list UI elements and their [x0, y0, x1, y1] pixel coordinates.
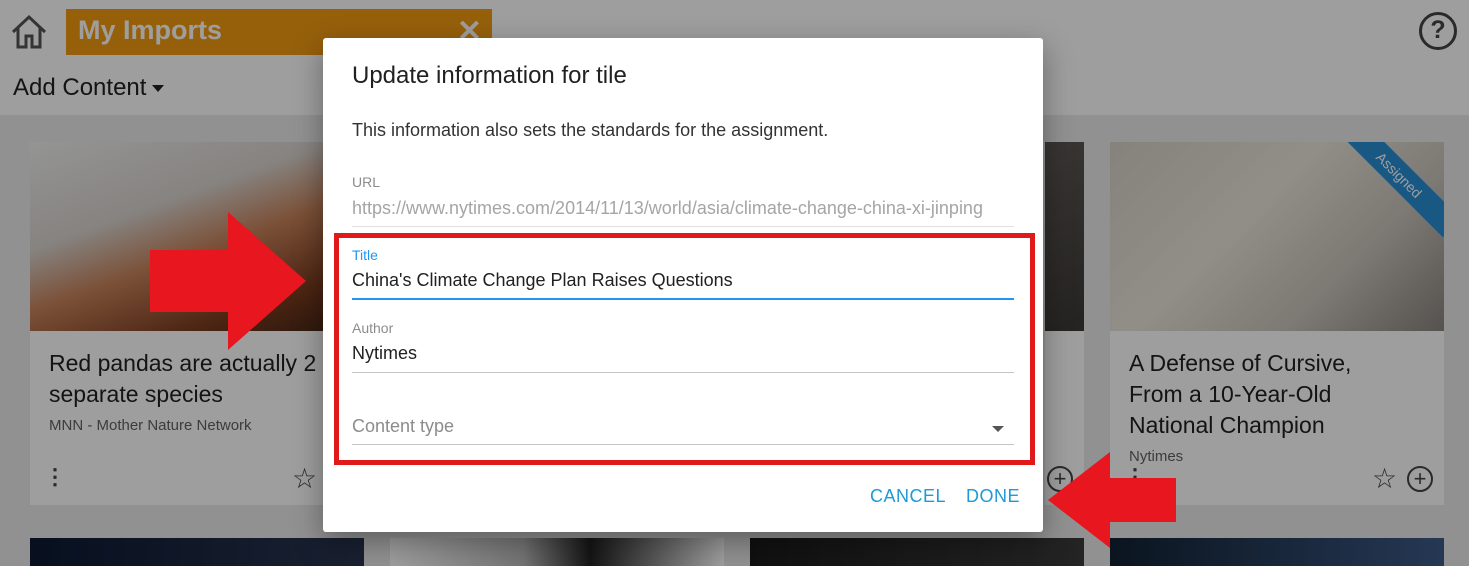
cancel-button[interactable]: CANCEL — [870, 486, 946, 507]
update-tile-dialog: Update information for tile This informa… — [323, 38, 1043, 532]
annotation-arrow-left-icon — [1048, 452, 1176, 548]
annotation-arrow-right-icon — [150, 212, 306, 350]
annotation-highlight-box — [334, 233, 1035, 465]
url-label: URL — [352, 174, 381, 190]
dialog-title: Update information for tile — [352, 62, 627, 89]
url-field: https://www.nytimes.com/2014/11/13/world… — [352, 198, 983, 218]
done-button[interactable]: DONE — [966, 486, 1020, 507]
dialog-description: This information also sets the standards… — [352, 120, 829, 140]
url-underline — [352, 226, 1014, 227]
